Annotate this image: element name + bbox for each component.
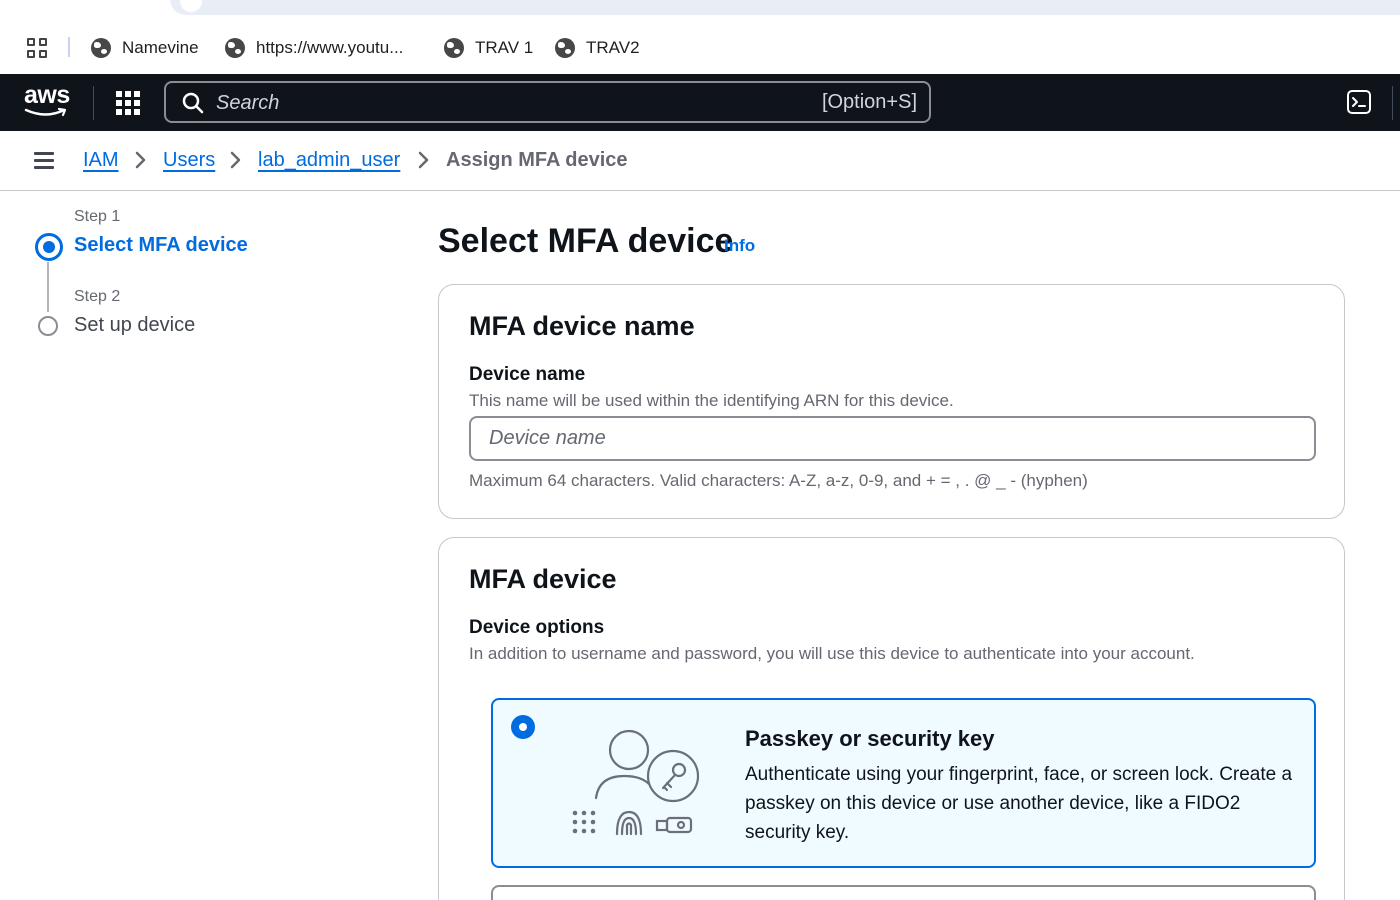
globe-icon: [91, 38, 111, 58]
search-shortcut-hint: [Option+S]: [821, 91, 917, 113]
step-1-link[interactable]: Select MFA device: [74, 234, 248, 257]
breadcrumb-current: Assign MFA device: [446, 149, 628, 171]
option-next[interactable]: [491, 885, 1316, 900]
breadcrumb: IAM Users lab_admin_user Assign MFA devi…: [0, 131, 1400, 191]
device-name-panel: MFA device name Device name This name wi…: [438, 284, 1345, 519]
step-2-indicator: [38, 316, 58, 336]
search-input[interactable]: [216, 89, 776, 117]
bookmark-label: TRAV2: [586, 38, 640, 57]
breadcrumb-user[interactable]: lab_admin_user: [258, 149, 400, 172]
breadcrumb-iam[interactable]: IAM: [83, 149, 119, 172]
address-bar[interactable]: [170, 0, 1400, 15]
nav-divider: [93, 86, 94, 120]
globe-icon: [444, 38, 464, 58]
bookmark-youtube[interactable]: https://www.youtu...: [225, 36, 403, 60]
bookmark-label: TRAV 1: [475, 38, 534, 57]
device-options-label: Device options: [469, 617, 605, 638]
apps-grid-icon[interactable]: [27, 38, 47, 58]
step-connector: [47, 262, 49, 312]
option-description: Authenticate using your fingerprint, fac…: [745, 764, 1293, 843]
panel-title: MFA device name: [469, 311, 695, 341]
step-2-label: Step 2: [74, 288, 121, 305]
radio-selected[interactable]: [511, 715, 535, 739]
globe-icon: [555, 38, 575, 58]
bookmark-trav1[interactable]: TRAV 1: [444, 36, 533, 60]
page-title: Select MFA device: [438, 222, 734, 260]
aws-logo-text: aws: [24, 81, 70, 109]
aws-smile-icon: [24, 107, 67, 117]
bookmark-label: https://www.youtu...: [256, 38, 404, 57]
info-link[interactable]: Info: [724, 236, 755, 256]
panel-title: MFA device: [469, 564, 617, 594]
bookmark-divider: [68, 37, 70, 57]
aws-top-navigation: aws [Option+S]: [0, 74, 1400, 131]
menu-icon[interactable]: [34, 152, 54, 169]
device-name-constraint: Maximum 64 characters. Valid characters:…: [469, 471, 1088, 490]
search-icon: [182, 92, 204, 114]
services-menu-icon[interactable]: [116, 91, 140, 115]
option-title: Passkey or security key: [745, 726, 995, 751]
device-options-description: In addition to username and password, yo…: [469, 644, 1195, 663]
chevron-right-icon: [230, 151, 241, 169]
breadcrumb-users[interactable]: Users: [163, 149, 215, 172]
passkey-illustration-icon: [572, 729, 700, 836]
chevron-right-icon: [135, 151, 146, 169]
bookmark-label: Namevine: [122, 38, 199, 57]
chevron-right-icon: [418, 151, 429, 169]
option-passkey[interactable]: Passkey or security key Authenticate usi…: [491, 698, 1316, 868]
device-name-input[interactable]: [469, 416, 1316, 461]
browser-toolbar: Namevine https://www.youtu... TRAV 1 TRA…: [0, 0, 1400, 74]
globe-icon: [225, 38, 245, 58]
nav-divider: [1392, 86, 1393, 120]
bookmark-namevine[interactable]: Namevine: [91, 36, 199, 60]
aws-logo[interactable]: aws: [24, 81, 70, 120]
device-name-description: This name will be used within the identi…: [469, 391, 954, 410]
search-bar[interactable]: [Option+S]: [164, 81, 931, 123]
step-1-indicator: [35, 233, 63, 261]
device-name-label: Device name: [469, 364, 586, 385]
mfa-device-panel: MFA device Device options In addition to…: [438, 537, 1345, 900]
step-1-label: Step 1: [74, 208, 121, 225]
bookmark-trav2[interactable]: TRAV2: [555, 36, 640, 60]
cloudshell-icon[interactable]: [1347, 90, 1371, 114]
step-2-title: Set up device: [74, 314, 196, 336]
